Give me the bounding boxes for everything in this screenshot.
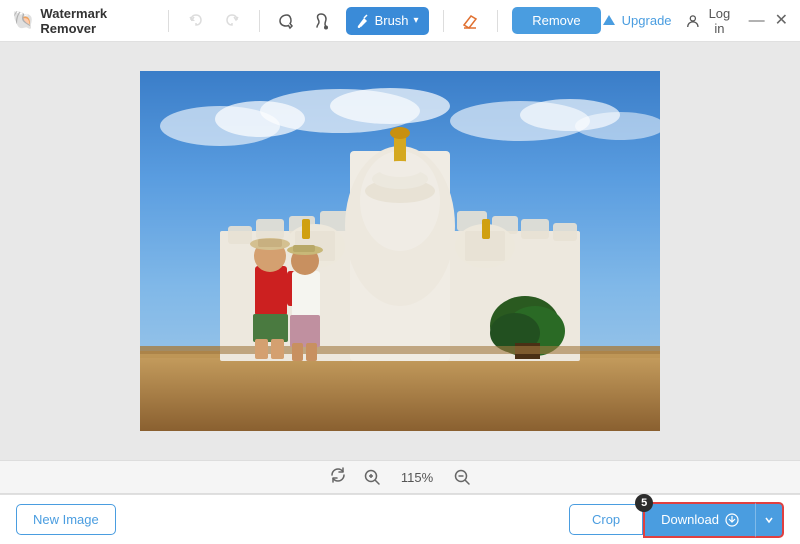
divider-1 <box>168 10 169 32</box>
remove-button[interactable]: Remove <box>512 7 600 34</box>
app-logo: 🐚 Watermark Remover <box>12 6 154 36</box>
divider-4 <box>497 10 498 32</box>
crop-button[interactable]: Crop <box>569 504 643 535</box>
zoom-toolbar: 115% <box>0 460 800 494</box>
brush-chevron-icon: ▾ <box>414 15 419 26</box>
crop-label: Crop <box>592 512 620 527</box>
close-button[interactable]: ✕ <box>775 13 788 29</box>
canvas-area <box>0 42 800 460</box>
login-label: Log in <box>704 6 734 36</box>
erase-icon <box>461 12 479 30</box>
zoom-out-icon <box>453 468 471 486</box>
rotate-button[interactable] <box>329 466 347 488</box>
divider-2 <box>259 10 260 32</box>
upgrade-label: Upgrade <box>622 13 672 28</box>
logo-icon: 🐚 <box>12 10 34 31</box>
titlebar-left: 🐚 Watermark Remover <box>12 6 601 36</box>
zoom-in-icon <box>363 468 381 486</box>
action-right: Crop Download <box>569 502 784 538</box>
download-group: Download <box>643 502 784 538</box>
photo-scene[interactable] <box>140 71 660 431</box>
undo-icon <box>188 13 204 29</box>
window-controls: — ✕ <box>749 13 788 29</box>
action-bar: New Image Crop Download <box>0 494 800 544</box>
brush-icon <box>356 14 370 28</box>
rotate-icon <box>329 466 347 484</box>
paint-icon <box>314 12 332 30</box>
minimize-button[interactable]: — <box>749 13 765 29</box>
lasso-icon <box>278 12 296 30</box>
photo-svg <box>140 71 660 431</box>
app-title: Watermark Remover <box>40 6 154 36</box>
zoom-out-button[interactable] <box>453 468 471 486</box>
user-icon <box>686 13 700 29</box>
divider-3 <box>443 10 444 32</box>
remove-label: Remove <box>532 13 580 28</box>
download-label: Download <box>661 512 719 527</box>
chevron-down-icon <box>764 515 774 525</box>
login-button[interactable]: Log in <box>686 6 735 36</box>
upgrade-button[interactable]: Upgrade <box>601 13 672 29</box>
redo-icon <box>224 13 240 29</box>
upgrade-icon <box>601 13 617 29</box>
titlebar-right: Upgrade Log in — ✕ <box>601 6 788 36</box>
erase-button[interactable] <box>457 7 483 35</box>
zoom-in-button[interactable] <box>363 468 381 486</box>
brush-button[interactable]: Brush ▾ <box>346 7 429 35</box>
lasso-button[interactable] <box>274 7 300 35</box>
brush-label: Brush <box>375 13 409 28</box>
titlebar: 🐚 Watermark Remover <box>0 0 800 42</box>
paint-button[interactable] <box>310 7 336 35</box>
download-button[interactable]: Download <box>643 502 755 538</box>
zoom-level: 115% <box>397 470 437 485</box>
download-arrow-button[interactable] <box>755 502 784 538</box>
download-icon <box>725 513 739 527</box>
new-image-label: New Image <box>33 512 99 527</box>
redo-button[interactable] <box>219 7 245 35</box>
undo-button[interactable] <box>183 7 209 35</box>
new-image-button[interactable]: New Image <box>16 504 116 535</box>
